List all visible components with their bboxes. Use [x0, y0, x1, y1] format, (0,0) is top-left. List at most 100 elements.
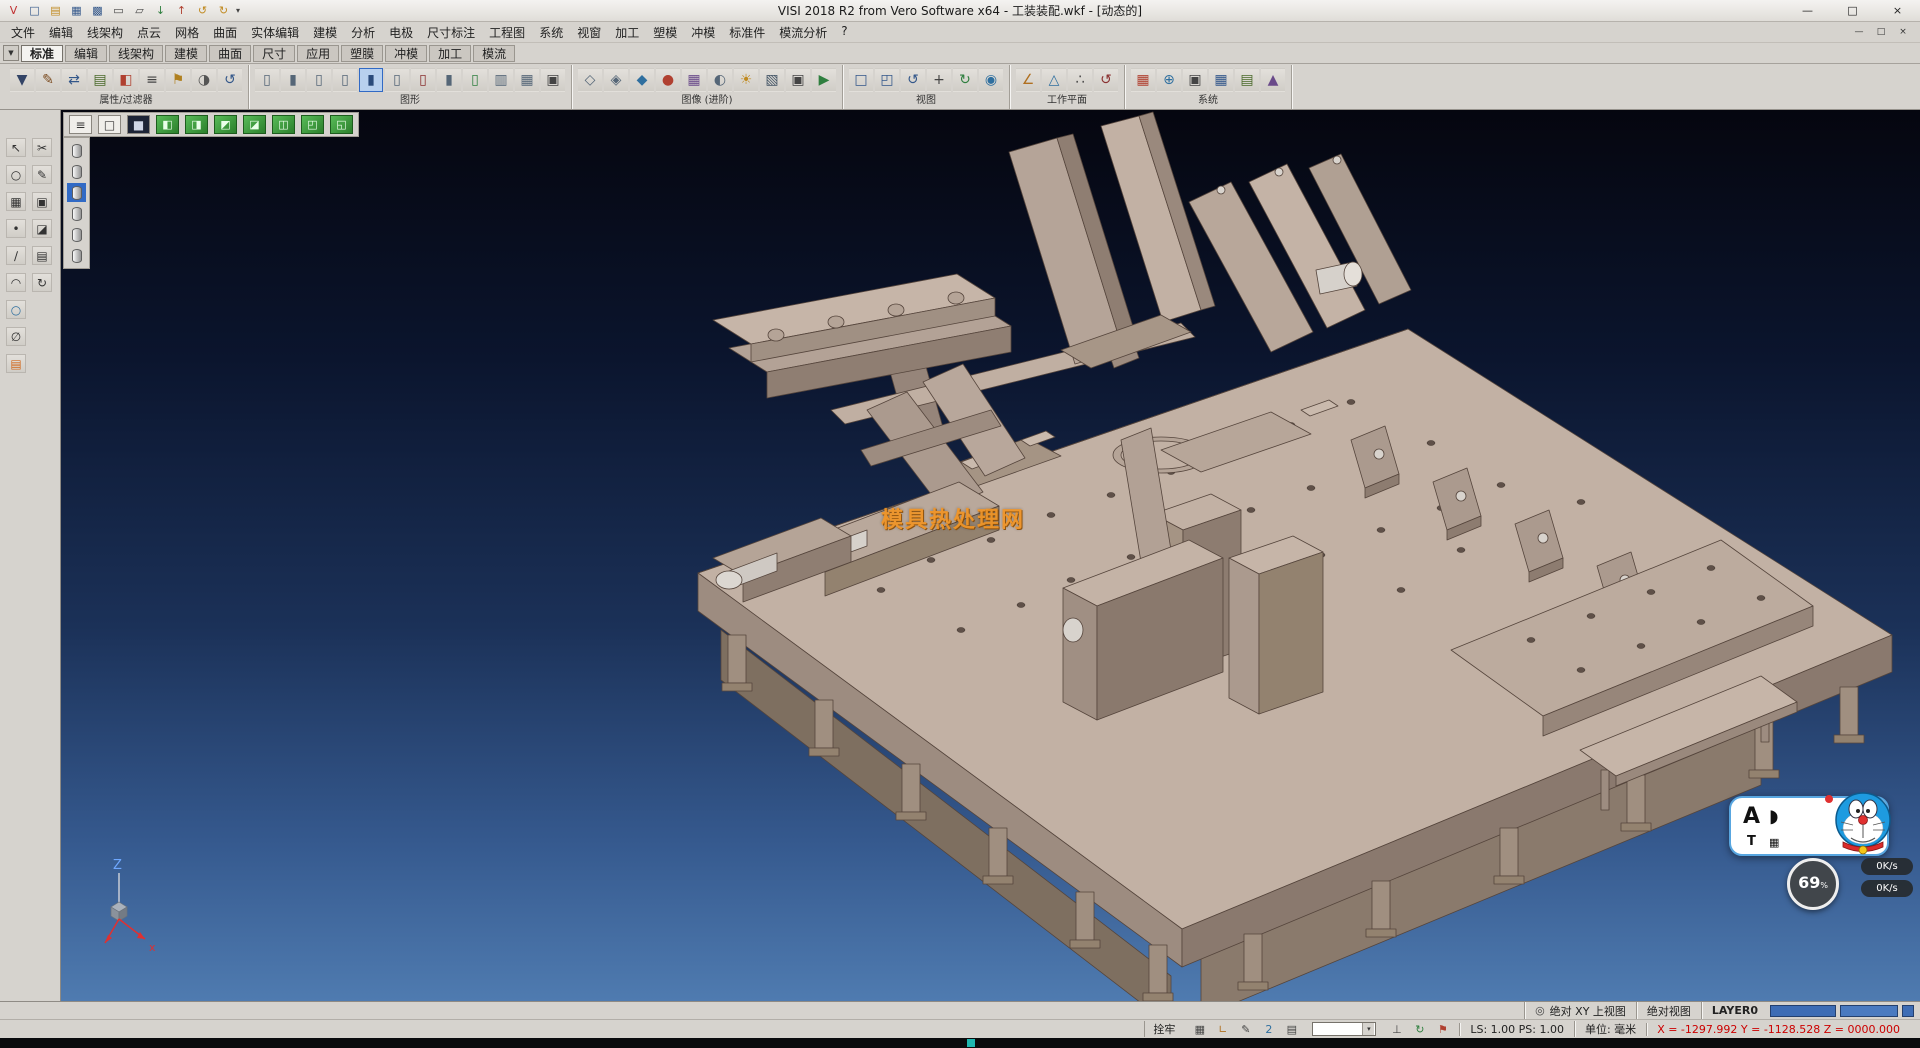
measure-icon[interactable]: ∅ — [6, 327, 26, 346]
plot-icon[interactable]: ▱ — [130, 2, 149, 19]
color-filter-icon[interactable]: ◧ — [114, 68, 138, 92]
graphics-copy-icon[interactable]: ▮ — [437, 68, 461, 92]
graphics-merge-icon[interactable]: ▥ — [489, 68, 513, 92]
regen-icon[interactable]: ↻ — [1411, 1022, 1428, 1037]
undo-icon[interactable]: ↺ — [193, 2, 212, 19]
copy-icon[interactable]: ▣ — [32, 192, 52, 211]
menu-item[interactable]: 点云 — [130, 22, 168, 43]
graphics-layer-list-icon[interactable]: ▮ — [359, 68, 383, 92]
menu-item[interactable]: 系统 — [532, 22, 570, 43]
line-icon[interactable]: ∕ — [6, 246, 26, 265]
rotate-view-icon[interactable]: ↻ — [953, 68, 977, 92]
shaded-icon[interactable]: ◆ — [630, 68, 654, 92]
graphics-slot-6-icon[interactable] — [67, 246, 86, 265]
minimize-button[interactable]: — — [1785, 0, 1830, 21]
texture-icon[interactable]: ▦ — [682, 68, 706, 92]
animation-icon[interactable]: ▶ — [812, 68, 836, 92]
menu-item[interactable]: 实体编辑 — [244, 22, 306, 43]
os-taskbar[interactable] — [0, 1038, 1920, 1048]
graphics-new-icon[interactable]: ▯ — [463, 68, 487, 92]
menu-item[interactable]: 标准件 — [722, 22, 772, 43]
zoom-all-icon[interactable]: □ — [849, 68, 873, 92]
pan-icon[interactable]: + — [927, 68, 951, 92]
iso-view-cube-icon[interactable]: ◱ — [330, 115, 353, 134]
transparency-icon[interactable]: ◐ — [708, 68, 732, 92]
mask-icon[interactable]: ◑ — [192, 68, 216, 92]
ribbon-tab[interactable]: 尺寸 — [253, 45, 295, 62]
layer-manager-icon[interactable]: ▤ — [1235, 68, 1259, 92]
child-restore-button[interactable]: □ — [1874, 27, 1888, 37]
menu-item[interactable]: 工程图 — [482, 22, 532, 43]
graphics-slot-1-icon[interactable] — [67, 141, 86, 160]
attribute-copy-icon[interactable]: ⇄ — [62, 68, 86, 92]
graphics-delete-icon[interactable]: ▯ — [411, 68, 435, 92]
menu-item[interactable]: 线架构 — [80, 22, 130, 43]
menu-item[interactable]: 模流分析 — [772, 22, 834, 43]
taskbar-app-icon[interactable] — [967, 1039, 975, 1047]
globe-icon[interactable]: ⊕ — [1157, 68, 1181, 92]
ribbon-tab[interactable]: 模流 — [473, 45, 515, 62]
ribbon-tab[interactable]: 塑膜 — [341, 45, 383, 62]
graphics-export-icon[interactable]: ▦ — [515, 68, 539, 92]
select-icon[interactable]: ↖ — [6, 138, 26, 157]
layer-cell[interactable]: LAYER0 — [1701, 1002, 1768, 1019]
view-preset-combo[interactable]: ▾ — [1312, 1022, 1376, 1036]
ribbon-tab[interactable]: 曲面 — [209, 45, 251, 62]
cad-right-fan-assembly[interactable] — [1189, 154, 1411, 352]
palette-icon[interactable]: ▤ — [6, 354, 26, 373]
ribbon-tab[interactable]: 加工 — [429, 45, 471, 62]
graphics-list-icon[interactable]: ▯ — [307, 68, 331, 92]
grid-settings-icon[interactable]: ▦ — [1209, 68, 1233, 92]
ucs-icon[interactable]: ⊥ — [1388, 1022, 1405, 1037]
layer-color-bar-2[interactable] — [1840, 1005, 1898, 1017]
viewport[interactable]: ≡□■◧◨◩◪◫◰◱ 模具热处理网 Z x — [61, 110, 1920, 1001]
display-settings-icon[interactable]: ▣ — [1183, 68, 1207, 92]
redo-icon[interactable]: ↻ — [214, 2, 233, 19]
lock-toggle[interactable]: 拴牢 — [1144, 1021, 1183, 1037]
menu-item[interactable]: 分析 — [344, 22, 382, 43]
workplane-reset-icon[interactable]: ↺ — [1094, 68, 1118, 92]
view-ref-cell[interactable]: 绝对视图 — [1636, 1002, 1701, 1019]
snap-grid-icon[interactable]: ▦ — [6, 192, 26, 211]
pen-toggle-icon[interactable]: ✎ — [1237, 1022, 1254, 1037]
point-icon[interactable]: • — [6, 219, 26, 238]
ribbon-tab[interactable]: 线架构 — [109, 45, 163, 62]
left-view-cube-icon[interactable]: ◪ — [243, 115, 266, 134]
app-logo-icon[interactable]: V — [4, 2, 23, 19]
graphics-open-icon[interactable]: ▯ — [255, 68, 279, 92]
menu-item[interactable]: 文件 — [4, 22, 42, 43]
layer-color-swatch[interactable] — [1902, 1005, 1914, 1017]
view-mode-cell[interactable]: ◎ 绝对 XY 上视图 — [1524, 1002, 1636, 1019]
cells-toggle-icon[interactable]: ▤ — [1283, 1022, 1300, 1037]
workplane-entity-icon[interactable]: △ — [1042, 68, 1066, 92]
attribute-editor-icon[interactable]: ✎ — [36, 68, 60, 92]
note-icon[interactable]: ▤ — [32, 246, 52, 265]
save-icon[interactable]: ▦ — [67, 2, 86, 19]
maximize-button[interactable]: □ — [1830, 0, 1875, 21]
import-icon[interactable]: ↓ — [151, 2, 170, 19]
ribbon-tab[interactable]: 标准 — [21, 45, 63, 62]
linetype-filter-icon[interactable]: ≡ — [140, 68, 164, 92]
hidden-line-icon[interactable]: ◈ — [604, 68, 628, 92]
graphics-save-icon[interactable]: ▮ — [281, 68, 305, 92]
print-icon[interactable]: ▭ — [109, 2, 128, 19]
assistant-panel[interactable]: A ◗ T ▦ — [1729, 796, 1889, 856]
menu-item[interactable]: 塑模 — [646, 22, 684, 43]
child-close-button[interactable]: × — [1896, 27, 1910, 37]
top-view-cube-icon[interactable]: ◧ — [156, 115, 179, 134]
wireframe-view-icon[interactable]: □ — [98, 115, 121, 134]
assistant-percent-badge[interactable]: 69% — [1787, 858, 1839, 910]
select-filter-icon[interactable]: ▼ — [10, 68, 34, 92]
light-icon[interactable]: ☀ — [734, 68, 758, 92]
graphics-slot-5-icon[interactable] — [67, 225, 86, 244]
performance-icon[interactable]: ▲ — [1261, 68, 1285, 92]
rendered-icon[interactable]: ● — [656, 68, 680, 92]
doraemon-icon[interactable] — [1831, 790, 1895, 860]
arc-icon[interactable]: ◠ — [6, 273, 26, 292]
dynamic-view-icon[interactable]: ◉ — [979, 68, 1003, 92]
menu-item[interactable]: 建模 — [306, 22, 344, 43]
layer-color-bar-1[interactable] — [1770, 1005, 1836, 1017]
export-icon[interactable]: ↑ — [172, 2, 191, 19]
cad-model-svg[interactable] — [61, 110, 1920, 1001]
back-view-cube-icon[interactable]: ◫ — [272, 115, 295, 134]
